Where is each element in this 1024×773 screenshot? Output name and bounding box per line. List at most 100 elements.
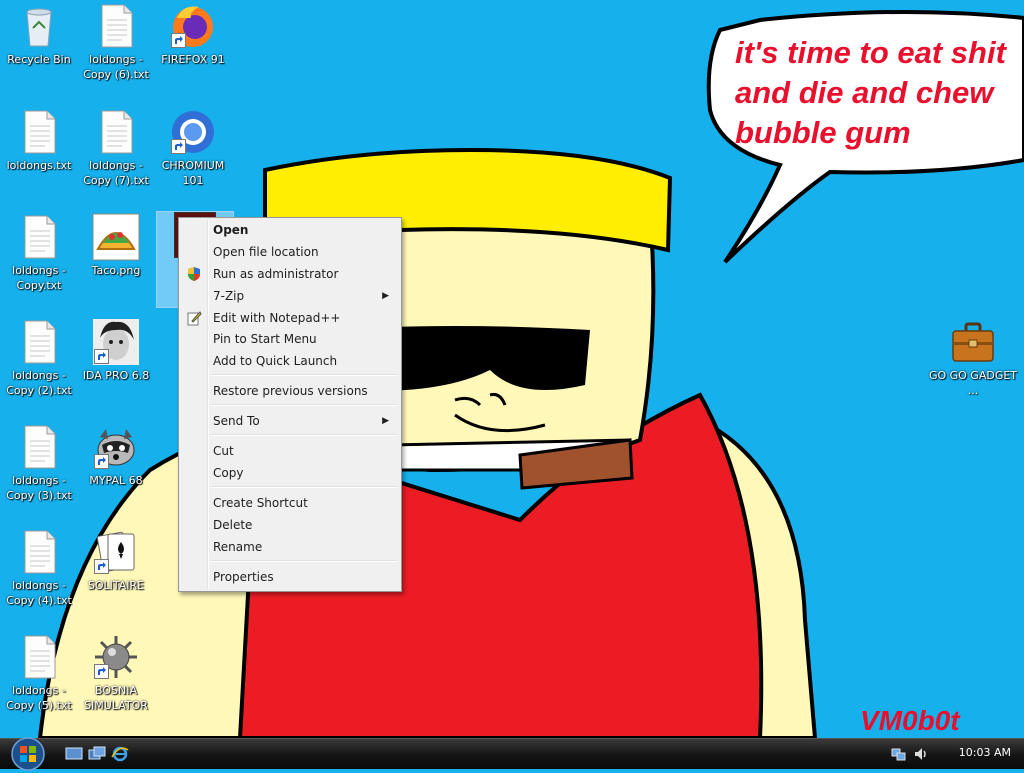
desktop-icon[interactable]: loldongs - Copy (5).txt (1, 633, 77, 713)
desktop-icon-label: loldongs - Copy (4).txt (6, 579, 72, 607)
context-menu-item-label: Open file location (213, 245, 319, 259)
desktop-icon[interactable]: loldongs.txt (1, 108, 77, 173)
ida-pro-icon (92, 318, 140, 366)
desktop-icon[interactable]: IDA PRO 6.8 (78, 318, 154, 383)
desktop-icon-label: loldongs - Copy (2).txt (6, 369, 72, 397)
desktop-icon[interactable]: BOSNIA SIMULATOR (78, 633, 154, 713)
notepad-plus-plus-icon (186, 310, 202, 326)
context-menu-item[interactable]: Pin to Start Menu (181, 329, 399, 349)
desktop-icon-label: CHROMIUM 101 (161, 159, 225, 187)
context-menu-item[interactable]: Run as administrator (181, 264, 399, 284)
desktop-icon-label: SOLITAIRE (87, 579, 145, 592)
desktop-icon-label: loldongs.txt (6, 159, 72, 172)
desktop-icon[interactable]: loldongs - Copy (3).txt (1, 423, 77, 503)
desktop-icon[interactable]: loldongs - Copy (6).txt (78, 2, 154, 82)
text-file-icon (15, 318, 63, 366)
menu-separator (211, 374, 397, 376)
desktop-icon-label: loldongs - Copy (7).txt (83, 159, 149, 187)
desktop-icon-label: Taco.png (91, 264, 141, 277)
shortcut-arrow-icon (171, 33, 186, 48)
desktop-icon[interactable]: loldongs - Copy (4).txt (1, 528, 77, 608)
text-file-icon (15, 423, 63, 471)
context-menu-item-label: Delete (213, 518, 253, 532)
desktop-icon-label: MYPAL 68 (89, 474, 143, 487)
context-menu-item-label: Add to Quick Launch (213, 354, 338, 368)
internet-explorer-icon[interactable] (111, 746, 129, 762)
context-menu-item[interactable]: 7-Zip ▶ (181, 286, 399, 306)
context-menu-item[interactable]: Create Shortcut (181, 493, 399, 513)
context-menu-item[interactable]: Open (181, 220, 399, 240)
context-menu-item-label: Send To (213, 414, 260, 428)
context-menu-item-label: Pin to Start Menu (213, 332, 317, 346)
desktop-icon[interactable]: Recycle Bin (1, 2, 77, 67)
shortcut-arrow-icon (94, 349, 109, 364)
shortcut-arrow-icon (94, 454, 109, 469)
context-menu-item-label: Create Shortcut (213, 496, 308, 510)
context-menu-item[interactable]: Rename (181, 537, 399, 557)
context-menu-item-label: Rename (213, 540, 263, 554)
desktop-icon[interactable]: loldongs - Copy (7).txt (78, 108, 154, 188)
show-desktop-icon[interactable] (65, 746, 83, 762)
desktop-icon-label: GO GO GADGET ... (928, 369, 1018, 397)
menu-separator (211, 486, 397, 488)
shortcut-arrow-icon (171, 139, 186, 154)
text-file-icon (92, 108, 140, 156)
submenu-arrow-icon: ▶ (382, 416, 389, 426)
firefox-icon (169, 2, 217, 50)
text-file-icon (15, 633, 63, 681)
mypal-raccoon-icon (92, 423, 140, 471)
clock[interactable]: 10:03 AM (959, 746, 1011, 759)
spiked-mine-icon (92, 633, 140, 681)
shortcut-arrow-icon (94, 664, 109, 679)
start-button[interactable] (8, 735, 48, 773)
desktop-icon[interactable]: MYPAL 68 (78, 423, 154, 488)
context-menu-item-label: Properties (213, 570, 274, 584)
speech-text-3: bubble gum (735, 115, 911, 150)
context-menu-item[interactable]: Send To ▶ (181, 411, 399, 431)
desktop-icon[interactable]: loldongs - Copy.txt (1, 213, 77, 293)
context-menu-item-label: Copy (213, 466, 244, 480)
submenu-arrow-icon: ▶ (382, 291, 389, 301)
context-menu-item[interactable]: Restore previous versions (181, 381, 399, 401)
volume-icon[interactable] (913, 746, 929, 762)
desktop-icon[interactable]: CHROMIUM 101 (155, 108, 231, 188)
desktop-icon-label: loldongs - Copy (3).txt (6, 474, 72, 502)
menu-separator (211, 434, 397, 436)
desktop-icon-label: loldongs - Copy.txt (12, 264, 66, 292)
network-icon[interactable] (891, 746, 907, 762)
context-menu-item[interactable]: Edit with Notepad++ (181, 308, 399, 328)
context-menu-item-label: Edit with Notepad++ (213, 311, 341, 325)
uac-shield-icon (186, 266, 202, 282)
menu-separator (211, 560, 397, 562)
text-file-icon (15, 528, 63, 576)
wallpaper-signature: VM0b0t (860, 705, 961, 736)
shortcut-arrow-icon (94, 559, 109, 574)
speech-text-2: and die and chew (735, 75, 995, 110)
chromium-icon (169, 108, 217, 156)
context-menu-item-label: Run as administrator (213, 267, 339, 281)
context-menu: Open Open file location Run as administrat… (178, 217, 402, 592)
desktop-icon[interactable]: Taco.png (78, 213, 154, 278)
context-menu-item[interactable]: Open file location (181, 242, 399, 262)
menu-separator (211, 404, 397, 406)
switch-windows-icon[interactable] (88, 746, 106, 762)
context-menu-item[interactable]: Delete (181, 515, 399, 535)
briefcase-icon (949, 318, 997, 366)
desktop-icon[interactable]: SOLITAIRE (78, 528, 154, 593)
context-menu-item-label: Cut (213, 444, 234, 458)
text-file-icon (15, 108, 63, 156)
context-menu-item[interactable]: Properties (181, 567, 399, 587)
context-menu-item-label: Restore previous versions (213, 384, 368, 398)
system-tray: 10:03 AM (884, 739, 1024, 769)
context-menu-item[interactable]: Cut (181, 441, 399, 461)
context-menu-item[interactable]: Copy (181, 463, 399, 483)
desktop-icon[interactable]: GO GO GADGET ... (925, 318, 1021, 398)
text-file-icon (92, 2, 140, 50)
desktop-icon[interactable]: FIREFOX 91 (155, 2, 231, 67)
desktop-icon[interactable]: loldongs - Copy (2).txt (1, 318, 77, 398)
context-menu-item-label: Open (213, 223, 249, 237)
recycle-bin-icon (15, 2, 63, 50)
context-menu-item-label: 7-Zip (213, 289, 245, 303)
desktop-icon-label: loldongs - Copy (6).txt (83, 53, 149, 81)
context-menu-item[interactable]: Add to Quick Launch (181, 351, 399, 371)
